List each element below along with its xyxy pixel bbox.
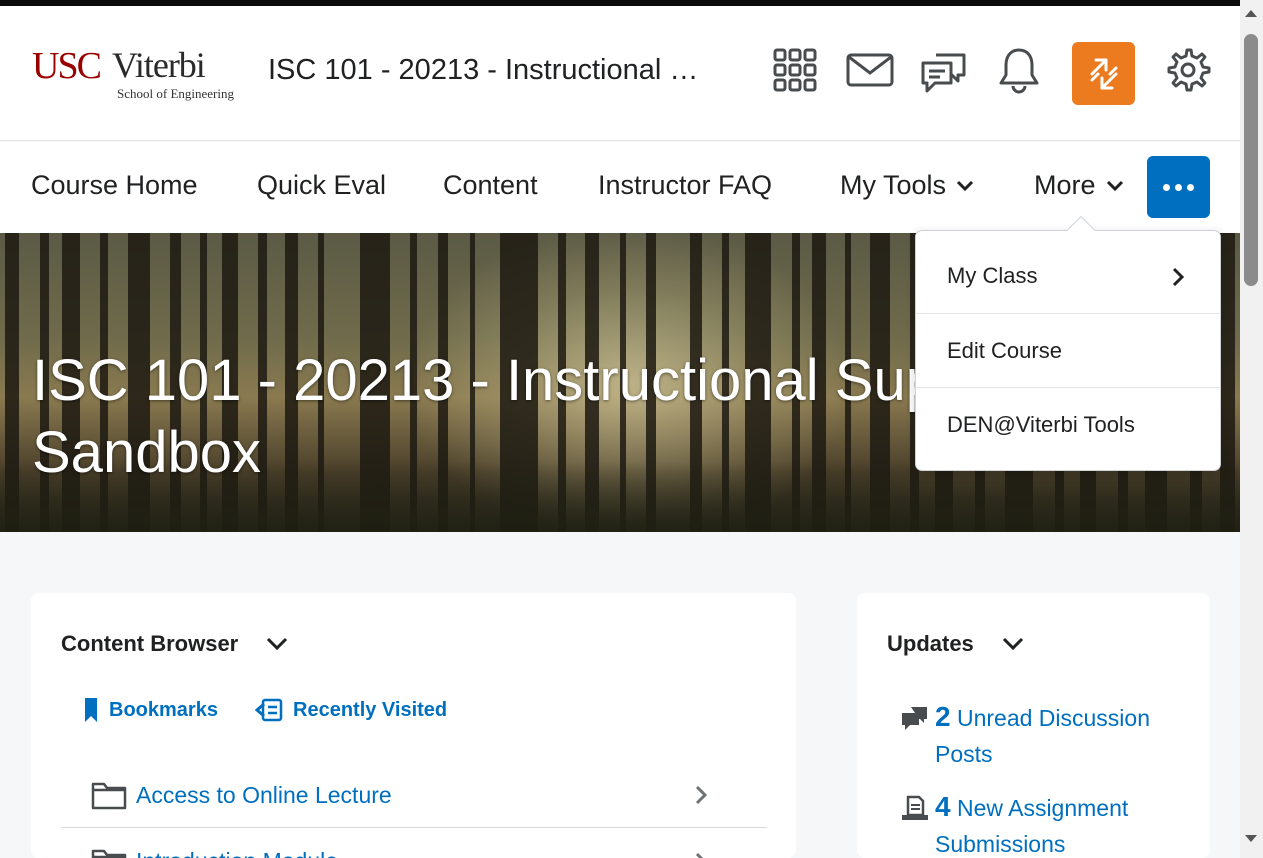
content-row[interactable]: Introduction Module (61, 829, 767, 858)
content-row-label: Introduction Module (136, 848, 338, 858)
course-title[interactable]: ISC 101 - 20213 - Instructional Support … (268, 54, 713, 87)
nav-course-home-label: Course Home (31, 170, 198, 200)
apps-grid-icon[interactable] (767, 42, 823, 98)
update-count: 4 (935, 791, 951, 822)
course-navbar: Course Home Quick Eval Content Instructo… (0, 142, 1240, 233)
update-text: 4 New Assignment Submissions (935, 789, 1205, 858)
scroll-up-arrow[interactable] (1245, 10, 1257, 17)
nav-instructor-faq[interactable]: Instructor FAQ (598, 170, 772, 201)
logo-subtitle: School of Engineering (117, 86, 234, 101)
nav-content[interactable]: Content (443, 170, 538, 201)
dot (1163, 183, 1170, 191)
menu-item-my-class-label: My Class (947, 263, 1038, 288)
nav-course-home[interactable]: Course Home (31, 170, 198, 201)
bookmarks-label: Bookmarks (109, 698, 218, 721)
chevron-down-icon (267, 637, 288, 651)
recently-visited-label: Recently Visited (293, 698, 448, 721)
content-browser-card: Content Browser Bookmarks Recently Visit… (31, 593, 796, 858)
folder-icon (91, 849, 127, 858)
menu-item-edit-course-label: Edit Course (947, 337, 1062, 363)
more-dropdown-menu: My Class Edit Course DEN@Viterbi Tools (915, 215, 1221, 471)
chevron-down-icon (1002, 637, 1023, 651)
content-row-label: Access to Online Lecture (136, 781, 392, 808)
nav-my-tools-label: My Tools (840, 170, 947, 200)
nav-my-tools[interactable]: My Tools (840, 170, 974, 201)
bookmarks-link[interactable]: Bookmarks (83, 697, 218, 723)
content-row[interactable]: Access to Online Lecture (61, 763, 767, 828)
menu-item-edit-course[interactable]: Edit Course (916, 313, 1220, 387)
chevron-right-icon (695, 852, 704, 858)
assignment-icon (902, 795, 928, 820)
content-browser-title: Content Browser (61, 631, 239, 656)
role-switch-icon[interactable] (1072, 42, 1135, 105)
usc-viterbi-logo[interactable]: USC Viterbi School of Engineering (32, 44, 242, 106)
update-label: New Assignment Submissions (935, 795, 1129, 857)
bell-icon[interactable] (991, 42, 1047, 98)
recently-visited-link[interactable]: Recently Visited (255, 697, 447, 723)
menu-item-den-viterbi-tools[interactable]: DEN@Viterbi Tools (916, 387, 1220, 461)
folder-icon (91, 782, 127, 810)
updates-card: Updates 2 Unread Discussion Posts 4 New … (857, 593, 1210, 858)
page-scrollbar[interactable] (1240, 0, 1263, 858)
gear-icon[interactable] (1159, 42, 1215, 98)
menu-item-my-class[interactable]: My Class (916, 239, 1220, 313)
recent-icon (255, 698, 283, 722)
nav-quick-eval-label: Quick Eval (257, 170, 387, 200)
chat-icon[interactable] (916, 42, 972, 98)
update-unread-discussion[interactable]: 2 Unread Discussion Posts (901, 699, 1201, 771)
update-label: Unread Discussion Posts (935, 705, 1150, 767)
dot (1175, 183, 1182, 191)
updates-title: Updates (887, 631, 974, 656)
logo-usc-text: USC (32, 45, 102, 87)
nav-quick-eval[interactable]: Quick Eval (257, 170, 386, 201)
update-new-submissions[interactable]: 4 New Assignment Submissions (901, 789, 1201, 858)
chevron-right-icon (1172, 267, 1184, 287)
nav-more-label: More (1034, 170, 1096, 200)
scrollbar-thumb[interactable] (1244, 34, 1258, 286)
chevron-right-icon (695, 785, 707, 805)
nav-content-label: Content (443, 170, 538, 200)
logo-viterbi-text: Viterbi (112, 45, 206, 85)
nav-more[interactable]: More (1034, 170, 1124, 201)
scroll-down-arrow[interactable] (1245, 835, 1257, 842)
more-options-button[interactable] (1147, 156, 1210, 218)
update-text: 2 Unread Discussion Posts (935, 699, 1205, 772)
update-count: 2 (935, 701, 951, 732)
chevron-down-icon (1106, 180, 1123, 191)
updates-header[interactable]: Updates (887, 631, 1024, 657)
discussion-icon (902, 707, 927, 730)
bookmark-icon (85, 698, 97, 722)
chevron-down-icon (956, 180, 974, 191)
menu-item-den-viterbi-tools-label: DEN@Viterbi Tools (947, 411, 1135, 437)
dot (1187, 183, 1194, 191)
header: USC Viterbi School of Engineering ISC 10… (0, 6, 1240, 141)
content-browser-header[interactable]: Content Browser (61, 631, 288, 657)
nav-instructor-faq-label: Instructor FAQ (598, 170, 773, 200)
mail-icon[interactable] (842, 42, 898, 98)
